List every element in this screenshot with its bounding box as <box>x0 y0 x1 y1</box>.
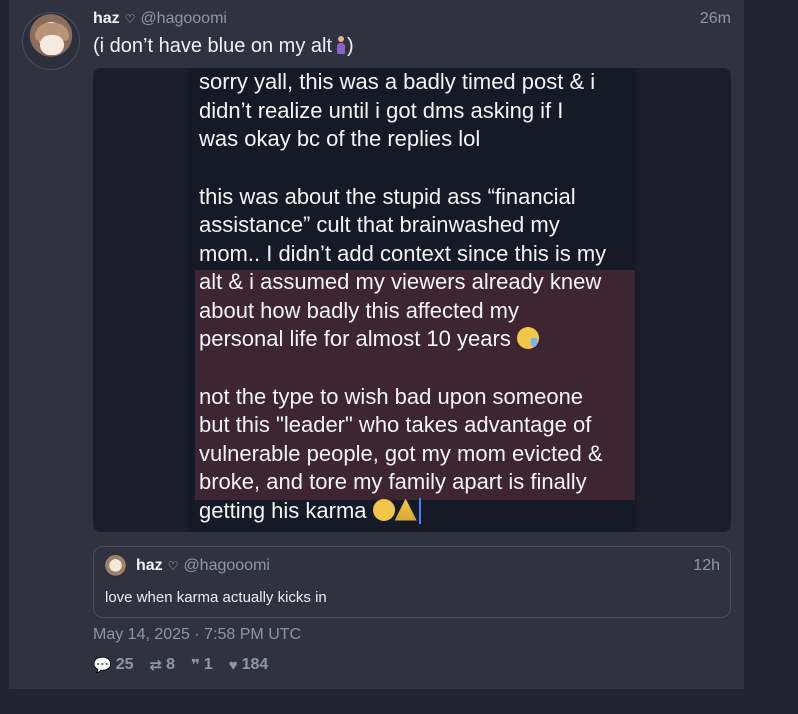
quoted-author-name[interactable]: haz <box>136 557 163 575</box>
tweet-text-suffix: ) <box>347 35 354 57</box>
retweet-count: 8 <box>166 656 175 673</box>
comment-icon: 💬 <box>93 656 112 674</box>
like-count: 184 <box>241 656 269 673</box>
screenshot-line: not the type to wish bad upon someone <box>199 383 584 409</box>
screenshot-line: assistance” cult that brainwashed my <box>199 212 560 237</box>
quoted-tweet[interactable]: haz ♡ @hagooomi 12h love when karma actu… <box>93 546 731 618</box>
quoted-tweet-text: love when karma actually kicks in <box>105 589 327 606</box>
screenshot-line: personal life for almost 10 years <box>199 325 639 354</box>
text-caret <box>418 497 421 524</box>
heart-icon: ♡ <box>167 559 179 573</box>
screenshot-line: didn’t realize until i got dms asking if… <box>199 97 564 123</box>
screenshot-line-text: getting his karma <box>199 497 367 523</box>
person-emoji-icon <box>335 36 347 54</box>
quoted-author-avatar[interactable] <box>104 555 127 578</box>
crying-face-emoji-icon <box>516 327 539 349</box>
screenshot-line: but this "leader" who takes advantage of <box>199 412 592 437</box>
quoted-tweet-header: haz ♡ @hagooomi <box>136 557 270 575</box>
heart-icon: ♥ <box>228 656 238 674</box>
author-avatar[interactable] <box>22 12 80 70</box>
screenshot-line: was okay bc of the replies lol <box>199 126 481 151</box>
screenshot-line: vulnerable people, got my mom evicted & <box>199 440 603 466</box>
avatar-face <box>40 35 64 55</box>
relieved-face-emoji-icon <box>372 498 395 521</box>
tweet-time[interactable]: 26m <box>700 10 731 28</box>
screenshot-line-text: personal life for almost 10 years <box>199 326 511 351</box>
tweet-media[interactable]: sorry yall, this was a badly timed post … <box>93 68 731 532</box>
pray-emoji-icon <box>394 498 417 521</box>
screenshot-line: broke, and tore my family apart is final… <box>199 469 587 494</box>
author-handle[interactable]: @hagooomi <box>140 10 227 28</box>
like-count-button[interactable]: ♥ 184 <box>229 656 269 674</box>
tweet-text: (i don’t have blue on my alt) <box>93 35 354 58</box>
screenshot-text: sorry yall, this was a badly timed post … <box>199 68 639 525</box>
tweet-header: haz ♡ @hagooomi <box>93 10 227 28</box>
reply-count: 25 <box>115 656 134 673</box>
screenshot-line: this was about the stupid ass “financial <box>199 183 576 209</box>
quote-count-button[interactable]: ❞ 1 <box>191 656 213 674</box>
screenshot-line: mom.. I didn’t add context since this is… <box>199 240 607 266</box>
quoted-author-handle[interactable]: @hagooomi <box>183 557 270 575</box>
author-name[interactable]: haz <box>93 10 120 28</box>
screenshot-line: about how badly this affected my <box>199 297 520 323</box>
screenshot-line: getting his karma <box>199 497 639 526</box>
tweet-date[interactable]: May 14, 2025 · 7:58 PM UTC <box>93 626 301 644</box>
screenshot-line: sorry yall, this was a badly timed post … <box>199 69 596 94</box>
quote-count: 1 <box>203 656 213 673</box>
retweet-count-button[interactable]: ⇄ 8 <box>149 656 174 674</box>
tweet-text-body: (i don’t have blue on my alt <box>93 35 333 57</box>
screenshot-line: alt & i assumed my viewers already knew <box>199 269 602 294</box>
reply-count-button[interactable]: 💬 25 <box>93 656 133 674</box>
heart-icon: ♡ <box>124 12 136 26</box>
quoted-tweet-time[interactable]: 12h <box>693 557 720 575</box>
retweet-icon: ⇄ <box>149 656 163 674</box>
tweet-stats: 💬 25 ⇄ 8 ❞ 1 ♥ 184 <box>93 656 268 674</box>
quote-icon: ❞ <box>190 656 200 674</box>
